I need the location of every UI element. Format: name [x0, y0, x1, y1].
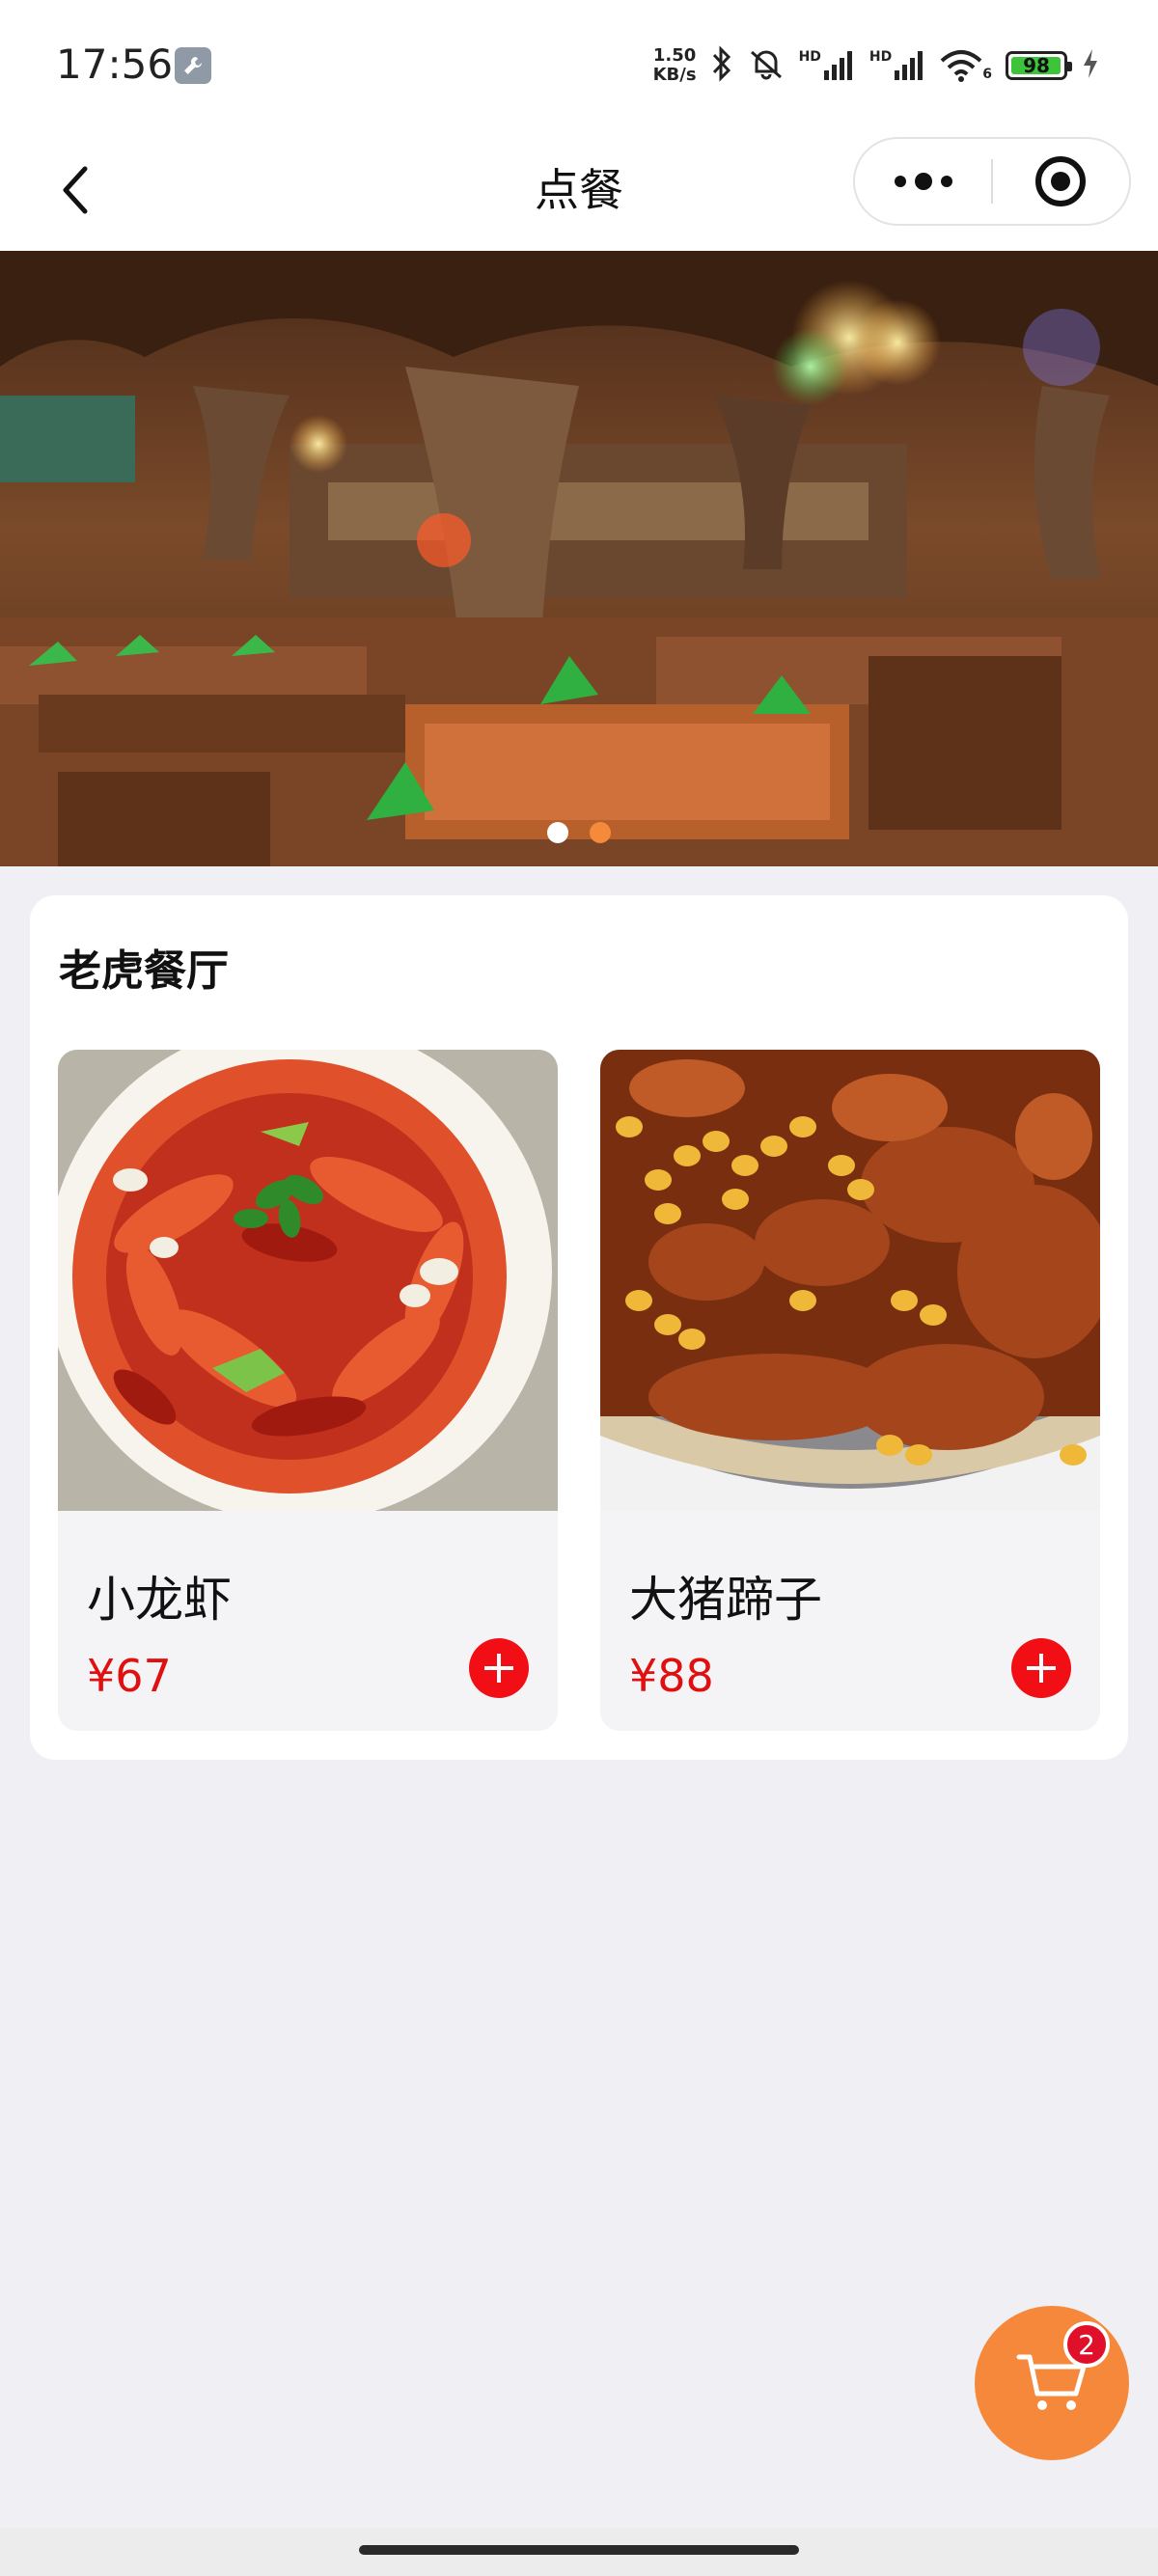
wifi-label: 6	[982, 67, 992, 82]
add-to-cart-button[interactable]	[1011, 1638, 1071, 1698]
network-speed-unit: KB/s	[652, 65, 697, 85]
network-speed-value: 1.50	[652, 45, 697, 66]
nav-bar: 点餐	[0, 130, 1158, 251]
chevron-left-icon	[63, 166, 88, 214]
wrench-icon	[175, 47, 211, 84]
signal-icon-1: HD	[799, 49, 856, 82]
dish-price: ¥88	[629, 1650, 714, 1702]
target-circle-icon	[1035, 156, 1087, 206]
home-indicator[interactable]	[359, 2545, 799, 2555]
battery-percent: 98	[1023, 54, 1050, 77]
mini-program-capsule	[853, 137, 1131, 226]
carousel-indicator	[0, 822, 1158, 843]
cart-count-badge: 2	[1063, 2321, 1110, 2368]
more-dots-icon	[894, 173, 952, 190]
dish-card-pork-trotter[interactable]: 大猪蹄子 ¥88	[600, 1050, 1100, 1731]
status-time: 17:56	[56, 41, 174, 88]
signal-label-2: HD	[868, 49, 893, 65]
battery-icon: 98	[1006, 51, 1072, 80]
bluetooth-icon	[710, 44, 733, 87]
braised-pork-trotter-image	[600, 1050, 1100, 1511]
signal-label-1: HD	[798, 49, 821, 65]
dish-price: ¥67	[87, 1650, 172, 1702]
carousel-dot-active[interactable]	[590, 822, 611, 843]
banner-carousel[interactable]	[0, 251, 1158, 866]
add-to-cart-button[interactable]	[469, 1638, 529, 1698]
close-button[interactable]	[993, 139, 1129, 224]
more-button[interactable]	[855, 139, 991, 224]
dish-card-crayfish[interactable]: 小龙虾 ¥67	[58, 1050, 558, 1731]
status-icons: 1.50 KB/s HD HD 6 98	[653, 37, 1100, 95]
plus-icon	[484, 1654, 513, 1683]
signal-icon-2: HD	[869, 49, 926, 82]
charging-icon	[1081, 47, 1100, 84]
back-button[interactable]	[39, 153, 112, 227]
plus-icon	[1027, 1654, 1056, 1683]
dish-name: 小龙虾	[87, 1572, 232, 1628]
dish-name: 大猪蹄子	[629, 1572, 822, 1628]
restaurant-name: 老虎餐厅	[59, 946, 229, 996]
status-bar: 17:56 1.50 KB/s HD HD 6 98	[0, 0, 1158, 130]
restaurant-card: 老虎餐厅 小龙虾 ¥67 大猪蹄子 ¥88	[30, 895, 1128, 1760]
gesture-bar	[0, 2528, 1158, 2576]
cart-button[interactable]: 2	[975, 2306, 1129, 2460]
restaurant-interior-image	[0, 251, 1158, 866]
mute-bell-icon	[747, 44, 786, 87]
network-speed: 1.50 KB/s	[653, 46, 697, 85]
wifi-icon: 6	[940, 49, 992, 82]
crayfish-dish-image	[58, 1050, 558, 1511]
carousel-dot[interactable]	[547, 822, 568, 843]
